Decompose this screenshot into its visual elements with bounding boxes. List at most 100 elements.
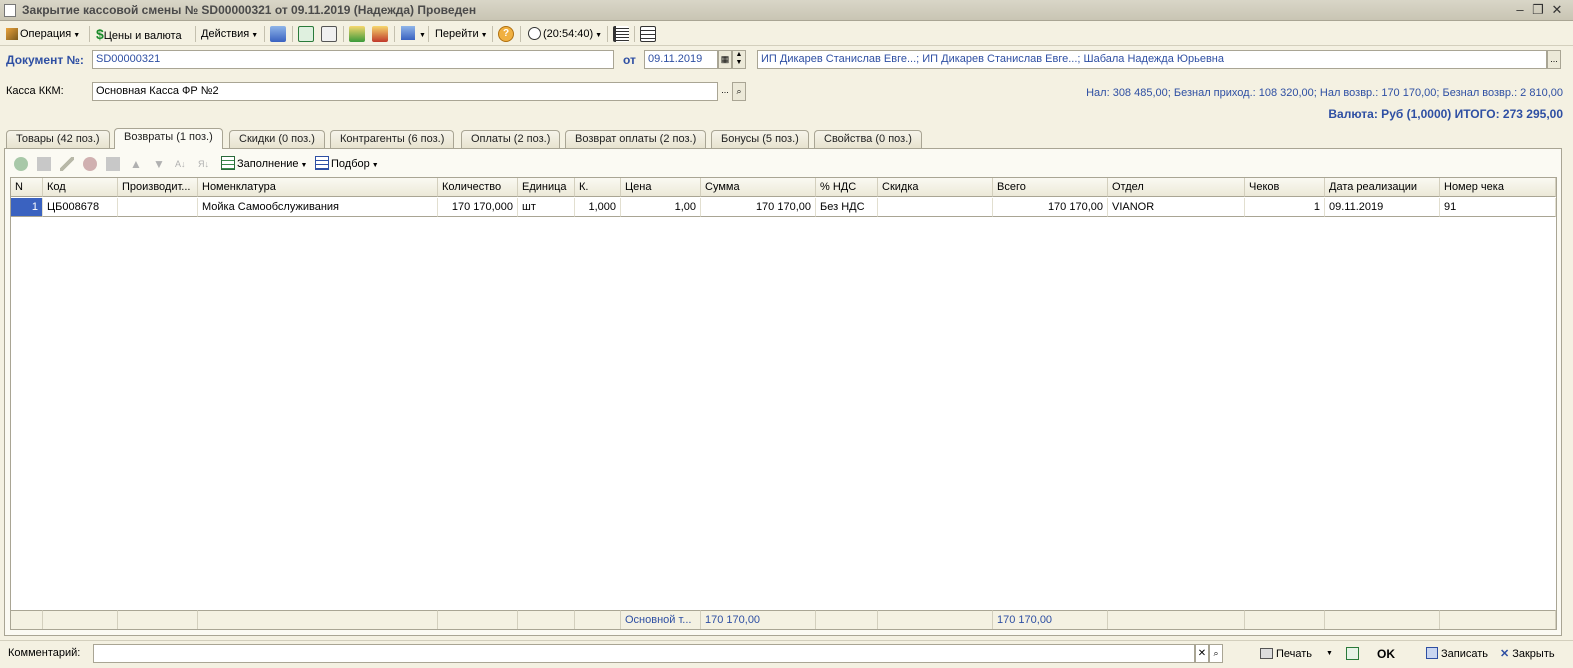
table-cell-quantity[interactable]: 170 170,000 — [438, 198, 518, 217]
footer-cell — [816, 610, 878, 629]
footer-cell — [118, 610, 198, 629]
col-header-quantity[interactable]: Количество — [438, 178, 518, 197]
col-header-receipts[interactable]: Чеков — [1245, 178, 1325, 197]
col-header-code[interactable]: Код — [43, 178, 118, 197]
copy-document-icon[interactable] — [321, 26, 337, 42]
tab-bonuses[interactable]: Бонусы (5 поз.) — [711, 130, 809, 148]
tab-discounts[interactable]: Скидки (0 поз.) — [229, 130, 325, 148]
close-button[interactable]: ✕ Закрыть — [1500, 645, 1555, 663]
copy-row-icon[interactable] — [37, 157, 51, 171]
goto-menu[interactable]: Перейти ▼ — [433, 25, 490, 43]
date-field[interactable]: 09.11.2019 — [644, 50, 718, 69]
tab-payment-returns[interactable]: Возврат оплаты (2 поз.) — [565, 130, 707, 148]
time-menu[interactable]: (20:54:40) ▼ — [526, 25, 604, 43]
table-cell-total[interactable]: 170 170,00 — [993, 198, 1108, 217]
payment-totals: Нал: 308 485,00; Безнал приход.: 108 320… — [1086, 87, 1563, 99]
tab-payments[interactable]: Оплаты (2 поз.) — [461, 130, 561, 148]
comment-search-icon[interactable]: ⌕ — [1209, 644, 1223, 663]
save-button[interactable]: Записать — [1426, 645, 1488, 663]
table-cell-receipt-number[interactable]: 91 — [1440, 198, 1556, 217]
col-header-department[interactable]: Отдел — [1108, 178, 1245, 197]
operation-label: Операция — [20, 28, 72, 40]
add-row-icon[interactable] — [14, 157, 28, 171]
table-cell-vat[interactable]: Без НДС — [816, 198, 878, 217]
col-header-total[interactable]: Всего — [993, 178, 1108, 197]
sort-desc-icon[interactable]: Я↓ — [198, 157, 212, 171]
actions-menu[interactable]: Действия ▼ — [199, 25, 260, 43]
list-view-icon[interactable] — [640, 26, 656, 42]
table-cell-nomenclature[interactable]: Мойка Самообслуживания — [198, 198, 438, 217]
structure-icon[interactable] — [298, 26, 314, 42]
col-header-unit[interactable]: Единица — [518, 178, 575, 197]
end-edit-icon[interactable] — [106, 157, 120, 171]
unpost-document-icon[interactable] — [372, 26, 388, 42]
tab-returns[interactable]: Возвраты (1 поз.) — [114, 128, 223, 149]
comment-field[interactable] — [93, 644, 1195, 663]
ok-button[interactable]: OK — [1377, 645, 1395, 663]
organization-field[interactable]: ИП Дикарев Станислав Евге...; ИП Дикарев… — [757, 50, 1547, 69]
operation-menu[interactable]: Операция ▼ — [4, 25, 82, 43]
minimize-button[interactable]: – — [1512, 2, 1528, 18]
clear-icon[interactable]: ✕ — [1195, 644, 1209, 663]
move-up-icon[interactable]: ▲ — [129, 157, 143, 171]
title-bar: Закрытие кассовой смены № SD00000321 от … — [0, 0, 1573, 21]
tree-structure-icon[interactable] — [613, 26, 629, 42]
col-header-price[interactable]: Цена — [621, 178, 701, 197]
close-window-button[interactable]: ✕ — [1549, 2, 1565, 18]
table-cell-unit[interactable]: шт — [518, 198, 575, 217]
table-cell-coef[interactable]: 1,000 — [575, 198, 621, 217]
tab-properties[interactable]: Свойства (0 поз.) — [814, 130, 922, 148]
document-icon — [4, 4, 16, 17]
restore-button[interactable]: ❐ — [1530, 2, 1546, 18]
table-cell-code[interactable]: ЦБ008678 — [43, 198, 118, 217]
table-cell-discount[interactable] — [878, 198, 993, 217]
table-cell-sale-date[interactable]: 09.11.2019 — [1325, 198, 1440, 217]
col-header-sum[interactable]: Сумма — [701, 178, 816, 197]
col-header-coef[interactable]: К. — [575, 178, 621, 197]
kkm-search-icon[interactable]: ⌕ — [732, 82, 746, 101]
sort-asc-icon[interactable]: A↓ — [175, 157, 189, 171]
col-header-receipt-number[interactable]: Номер чека — [1440, 178, 1556, 197]
kkm-field[interactable]: Основная Касса ФР №2 — [92, 82, 718, 101]
ok-check-icon[interactable] — [1346, 645, 1359, 663]
pick-menu[interactable]: Подбор ▼ — [313, 155, 381, 173]
move-down-icon[interactable]: ▼ — [152, 157, 166, 171]
tab-goods[interactable]: Товары (42 поз.) — [6, 130, 110, 148]
col-header-sale-date[interactable]: Дата реализации — [1325, 178, 1440, 197]
table-cell-receipts[interactable]: 1 — [1245, 198, 1325, 217]
operation-icon — [6, 28, 18, 40]
returns-table[interactable]: N Код Производит... Номенклатура Количес… — [10, 177, 1557, 630]
table-cell-manufacturer[interactable] — [118, 198, 198, 217]
help-icon[interactable]: ? — [498, 26, 514, 42]
col-header-n[interactable]: N — [11, 178, 43, 197]
close-icon: ✕ — [1500, 648, 1510, 660]
prices-currency-button[interactable]: $Цены и валюта — [94, 25, 184, 43]
fill-menu[interactable]: Заполнение ▼ — [219, 155, 309, 173]
col-header-nomenclature[interactable]: Номенклатура — [198, 178, 438, 197]
organization-select-button[interactable]: ... — [1547, 50, 1561, 69]
table-cell-department[interactable]: VIANOR — [1108, 198, 1245, 217]
save-label: Записать — [1441, 648, 1489, 660]
kkm-label: Касса ККМ: — [6, 85, 64, 97]
table-cell-price[interactable]: 1,00 — [621, 198, 701, 217]
col-header-vat[interactable]: % НДС — [816, 178, 878, 197]
footer-cell — [198, 610, 438, 629]
back-icon[interactable] — [270, 26, 286, 42]
table-cell-n[interactable]: 1 — [11, 198, 43, 217]
print-dropdown-icon[interactable]: ▼ — [1326, 645, 1333, 663]
date-spin-button[interactable]: ▲ ▼ — [732, 50, 746, 69]
post-document-icon[interactable] — [349, 26, 365, 42]
col-header-manufacturer[interactable]: Производит... — [118, 178, 198, 197]
tab-counterparties[interactable]: Контрагенты (6 поз.) — [330, 130, 455, 148]
document-number-field[interactable]: SD00000321 — [92, 50, 614, 69]
table-cell-sum[interactable]: 170 170,00 — [701, 198, 816, 217]
edit-row-icon[interactable] — [60, 157, 74, 171]
col-header-discount[interactable]: Скидка — [878, 178, 993, 197]
kkm-select-button[interactable]: ... — [718, 82, 732, 101]
calendar-button[interactable]: ▦ — [718, 50, 732, 69]
goto-label: Перейти — [435, 28, 479, 40]
export-menu[interactable]: ▼ — [399, 25, 428, 43]
floppy-icon — [1426, 647, 1438, 659]
print-button[interactable]: Печать — [1260, 645, 1312, 663]
delete-row-icon[interactable] — [83, 157, 97, 171]
